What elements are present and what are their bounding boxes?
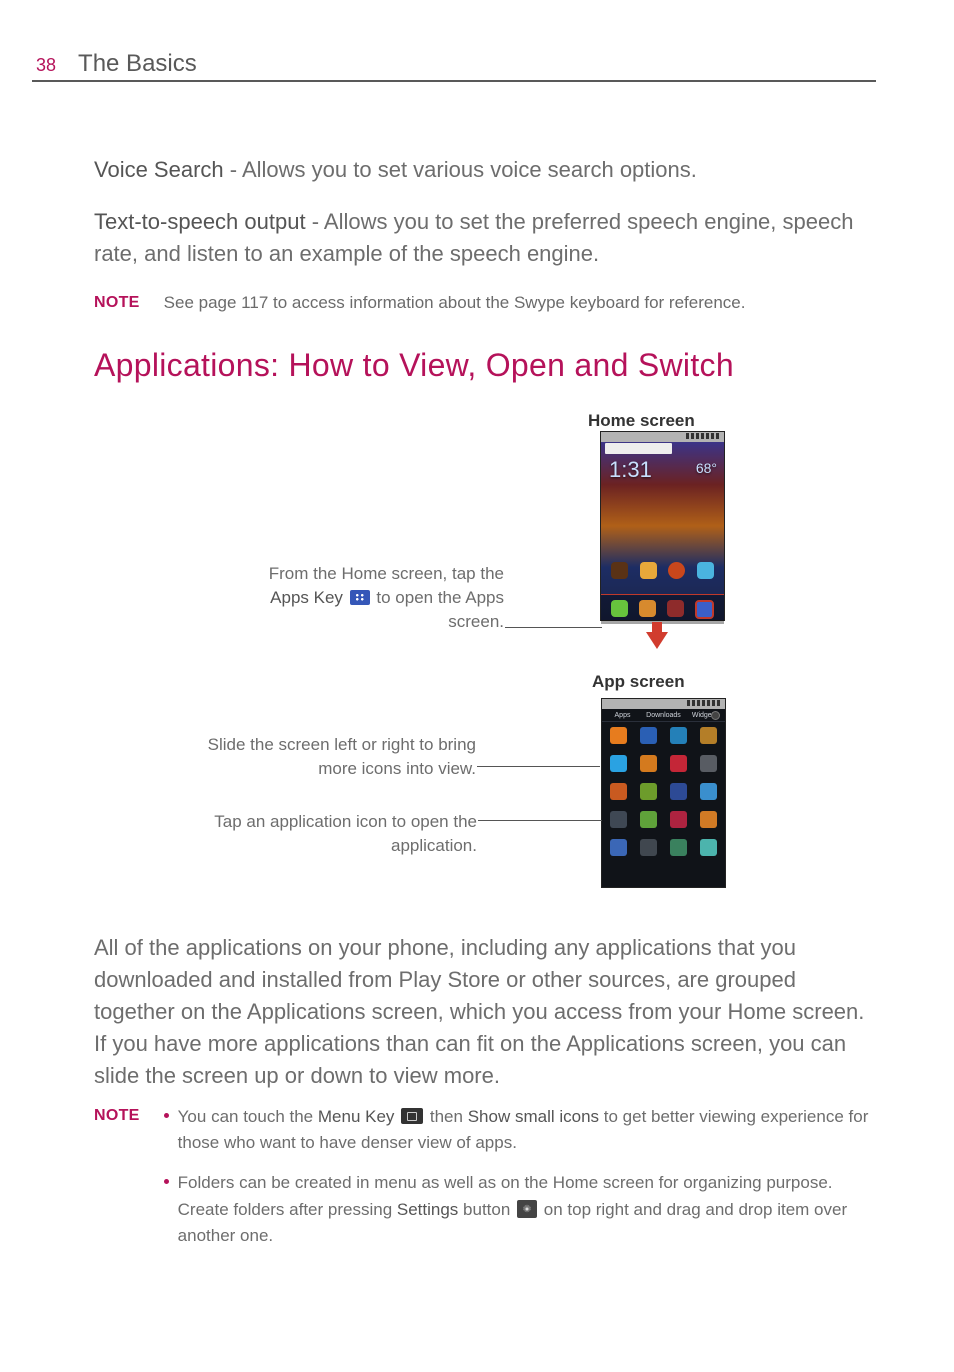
app-icon (640, 783, 657, 800)
app-cell (637, 727, 661, 745)
body-paragraph: All of the applications on your phone, i… (94, 932, 876, 1091)
app-tabs: Apps Downloads Widgets (602, 710, 725, 722)
callout-slide: Slide the screen left or right to bring … (196, 733, 476, 781)
home-dock-row (601, 594, 724, 624)
app-cell (667, 839, 691, 857)
app-cell (696, 755, 720, 773)
app-icon (610, 727, 627, 744)
note-label: NOTE (94, 1104, 140, 1264)
down-arrow-icon (646, 632, 668, 649)
search-bar (605, 443, 672, 454)
app-icon (610, 783, 627, 800)
app-cell (667, 783, 691, 801)
app-cell (696, 839, 720, 857)
dock-messaging-icon (667, 600, 684, 617)
home-app-icon (611, 562, 628, 579)
app-icon (670, 755, 687, 772)
app-icon (640, 727, 657, 744)
page-header: 38 The Basics (32, 50, 876, 82)
app-cell (637, 755, 661, 773)
note-item-2: Folders can be created in menu as well a… (164, 1170, 876, 1249)
app-icon (670, 783, 687, 800)
home-app-icon (668, 562, 685, 579)
status-bar (601, 432, 724, 442)
app-screen-screenshot: Apps Downloads Widgets (601, 698, 726, 888)
app-icon (700, 783, 717, 800)
weather-temp: 68° (696, 460, 717, 476)
app-icon (700, 755, 717, 772)
clock-widget: 1:31 (609, 457, 652, 483)
app-cell (607, 727, 631, 745)
note-bullet-list: You can touch the Menu Key then Show sma… (164, 1104, 876, 1264)
tab-apps: Apps (602, 712, 643, 719)
tab-downloads: Downloads (643, 712, 684, 719)
note-text: See page 117 to access information about… (164, 290, 746, 316)
note-1: NOTE See page 117 to access information … (94, 290, 876, 316)
app-cell (607, 755, 631, 773)
tts-label: Text-to-speech output (94, 209, 306, 234)
home-screen-screenshot: 1:31 68° (600, 431, 725, 621)
callout-tap-app: Tap an application icon to open the appl… (196, 810, 477, 858)
tts-para: Text-to-speech output - Allows you to se… (94, 206, 876, 270)
app-cell (637, 811, 661, 829)
app-icon (700, 811, 717, 828)
home-app-icon (697, 562, 714, 579)
app-cell (607, 783, 631, 801)
app-cell (696, 811, 720, 829)
voice-search-desc: - Allows you to set various voice search… (224, 157, 697, 182)
app-cell (696, 727, 720, 745)
app-cell (607, 811, 631, 829)
app-icon (640, 811, 657, 828)
note-item-1: You can touch the Menu Key then Show sma… (164, 1104, 876, 1157)
callout-connector (505, 627, 602, 628)
app-icon (670, 811, 687, 828)
voice-search-para: Voice Search - Allows you to set various… (94, 154, 876, 186)
callout-connector (478, 820, 602, 821)
app-grid (607, 727, 720, 857)
home-screen-caption: Home screen (588, 411, 695, 431)
content-area: Voice Search - Allows you to set various… (32, 154, 876, 1263)
app-cell (607, 839, 631, 857)
menu-key-icon (401, 1108, 423, 1124)
app-icon (670, 839, 687, 856)
app-icon (670, 727, 687, 744)
app-screen-caption: App screen (592, 672, 685, 692)
dock-apps-icon (695, 600, 714, 619)
settings-button-icon (517, 1200, 537, 1218)
status-bar (602, 699, 725, 709)
app-icon (700, 839, 717, 856)
app-icon (610, 839, 627, 856)
callout-connector (477, 766, 600, 767)
apps-key-icon (350, 590, 370, 605)
note-label: NOTE (94, 290, 140, 316)
app-icon (700, 727, 717, 744)
home-icon-row (601, 562, 724, 579)
app-cell (667, 811, 691, 829)
header-title: The Basics (78, 50, 197, 78)
section-heading: Applications: How to View, Open and Swit… (94, 347, 876, 384)
dock-contacts-icon (639, 600, 656, 617)
app-cell (667, 755, 691, 773)
app-cell (637, 783, 661, 801)
app-icon (610, 755, 627, 772)
app-icon (640, 755, 657, 772)
app-icon (610, 811, 627, 828)
note-2: NOTE You can touch the Menu Key then Sho… (94, 1104, 876, 1264)
voice-search-label: Voice Search (94, 157, 224, 182)
callout-apps-key: From the Home screen, tap the Apps Key t… (232, 562, 504, 633)
figure-area: Home screen 1:31 68° App screen (94, 416, 876, 926)
dock-phone-icon (611, 600, 628, 617)
app-icon (640, 839, 657, 856)
app-cell (667, 727, 691, 745)
page-number: 38 (36, 55, 56, 76)
home-app-icon (640, 562, 657, 579)
app-cell (696, 783, 720, 801)
app-cell (637, 839, 661, 857)
